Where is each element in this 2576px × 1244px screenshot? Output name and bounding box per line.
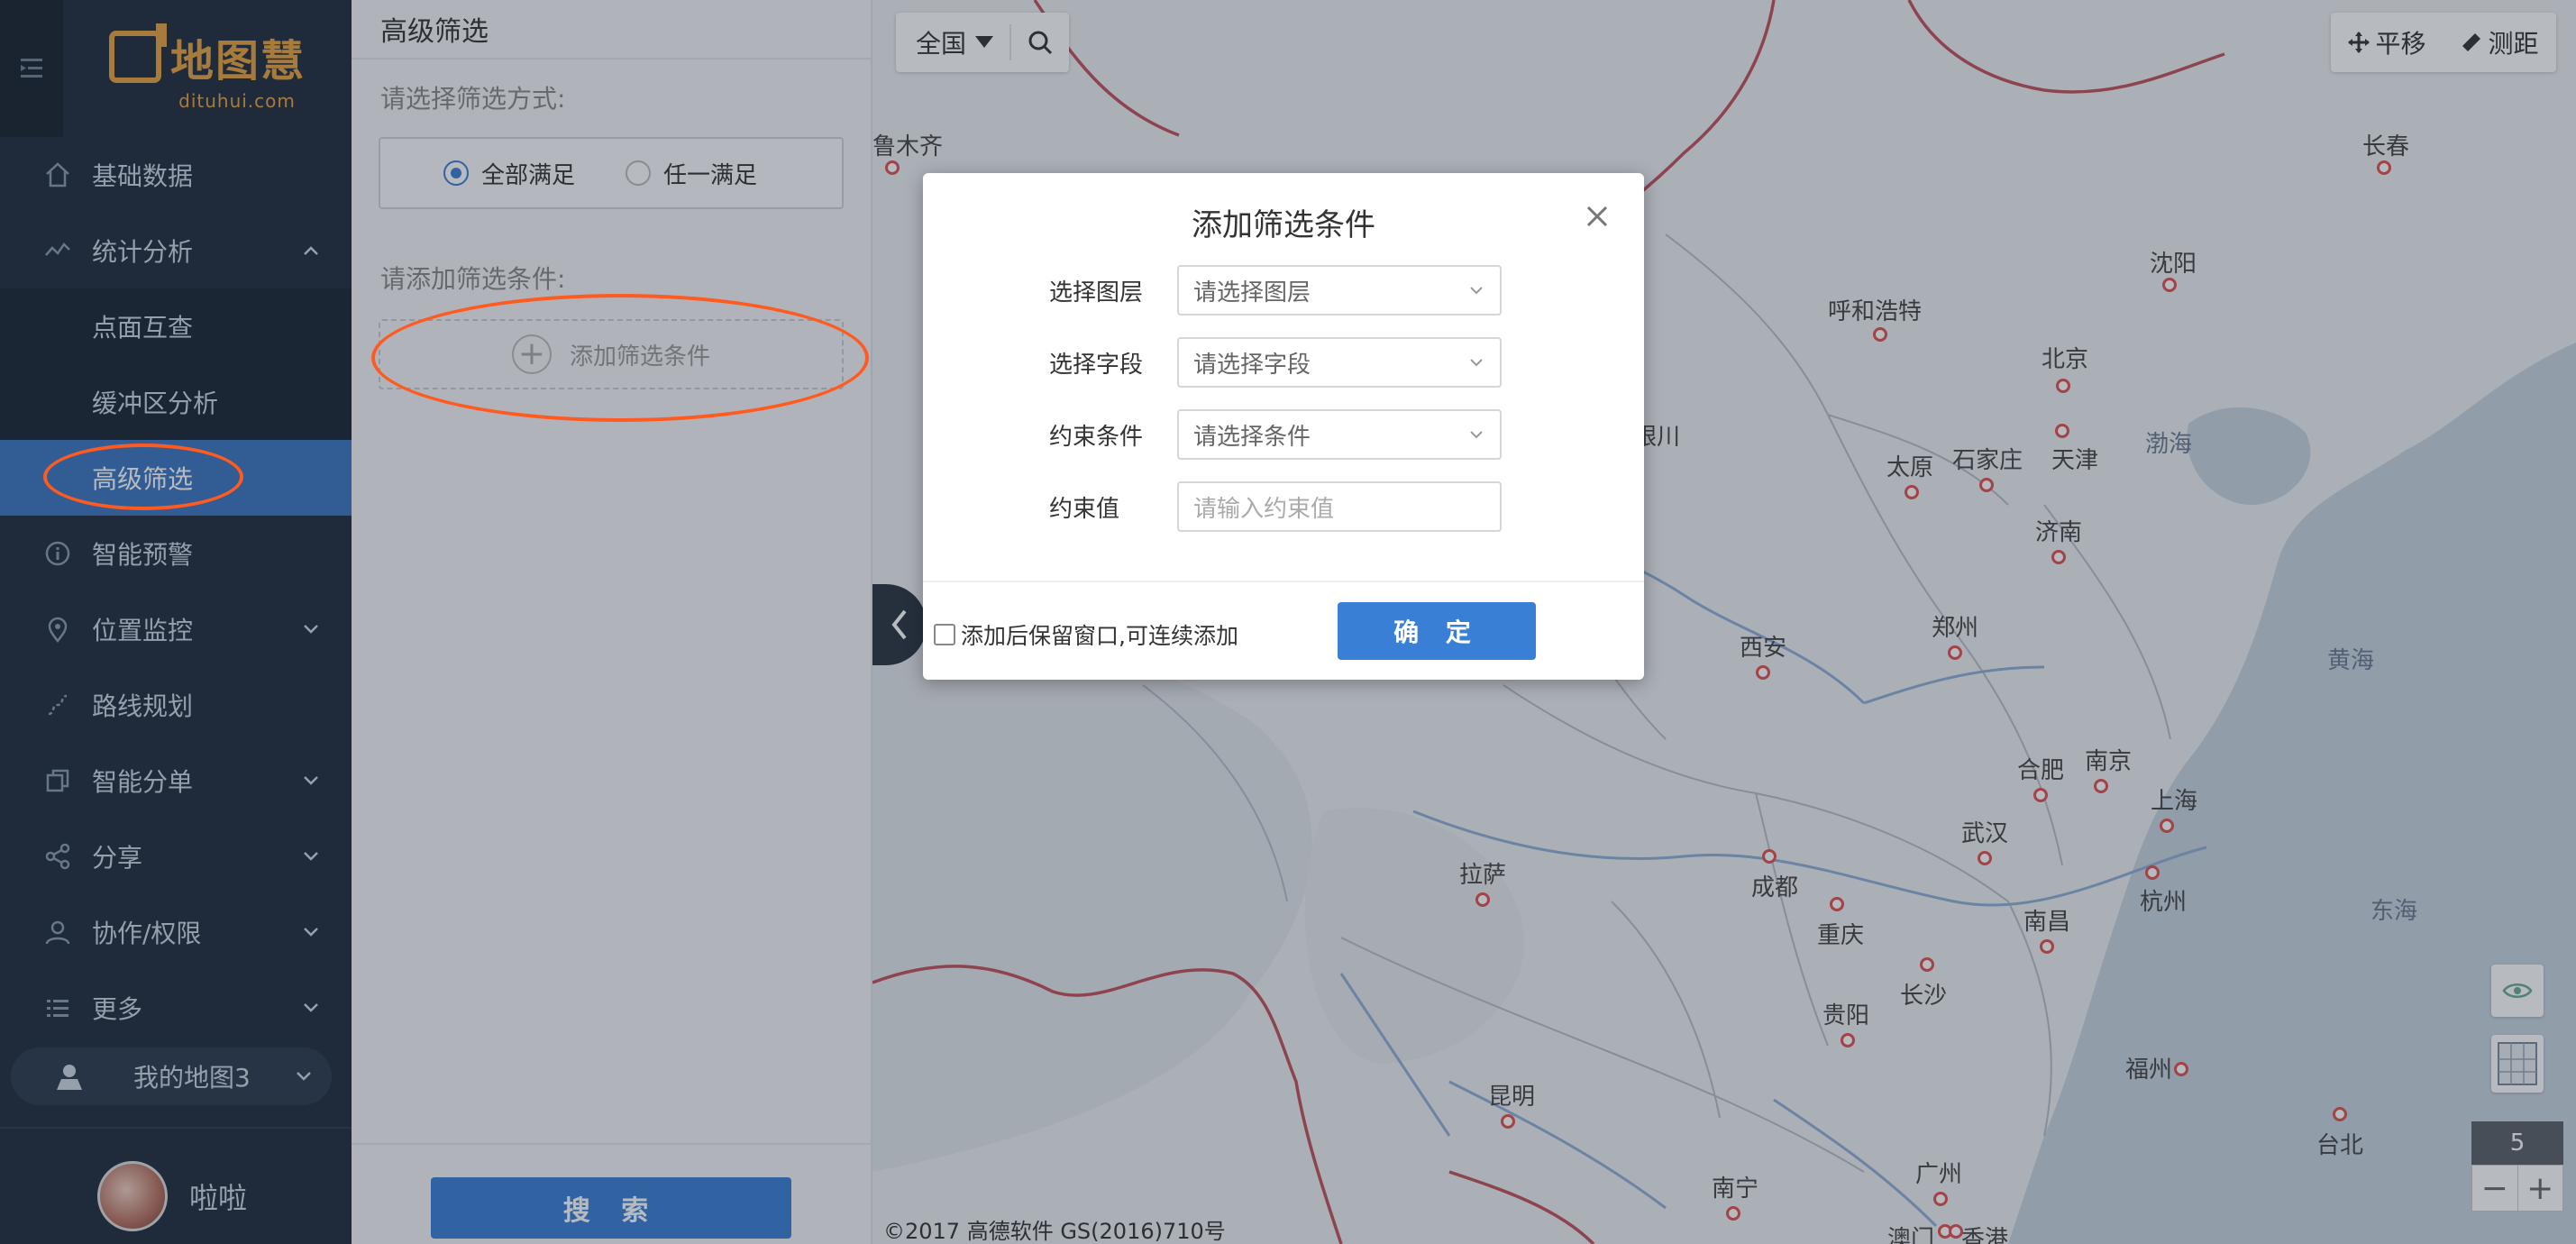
form-row-value: 约束值 请输入约束值 xyxy=(1049,481,1502,532)
constraint-select-placeholder: 请选择条件 xyxy=(1193,423,1311,451)
field-label: 选择字段 xyxy=(1049,351,1144,379)
layer-label: 选择图层 xyxy=(1049,279,1144,306)
form-row-field: 选择字段 请选择字段 xyxy=(1049,337,1502,388)
chevron-down-icon xyxy=(1470,287,1483,295)
constraint-value-input[interactable]: 请输入约束值 xyxy=(1177,481,1502,532)
form-row-layer: 选择图层 请选择图层 xyxy=(1049,265,1502,316)
dialog-title: 添加筛选条件 xyxy=(1192,207,1375,243)
value-label: 约束值 xyxy=(1049,495,1120,523)
add-filter-dialog: 添加筛选条件 选择图层 请选择图层 选择字段 请选择字段 约束条件 请选择条件 … xyxy=(923,173,1644,680)
constraint-value-placeholder: 请输入约束值 xyxy=(1193,495,1335,523)
layer-select-placeholder: 请选择图层 xyxy=(1193,279,1311,306)
keep-open-option[interactable]: 添加后保留窗口,可连续添加 xyxy=(934,618,1238,651)
close-icon[interactable] xyxy=(1583,202,1612,231)
keep-open-label: 添加后保留窗口,可连续添加 xyxy=(961,623,1238,649)
layer-select[interactable]: 请选择图层 xyxy=(1177,265,1502,316)
field-select-placeholder: 请选择字段 xyxy=(1193,351,1311,379)
constraint-select[interactable]: 请选择条件 xyxy=(1177,409,1502,460)
chevron-down-icon xyxy=(1470,359,1483,367)
confirm-button[interactable]: 确 定 xyxy=(1338,602,1536,660)
dialog-divider xyxy=(923,581,1644,582)
keep-open-checkbox[interactable] xyxy=(934,624,955,645)
form-row-constraint: 约束条件 请选择条件 xyxy=(1049,409,1502,460)
chevron-down-icon xyxy=(1470,431,1483,439)
constraint-label: 约束条件 xyxy=(1049,423,1144,451)
field-select[interactable]: 请选择字段 xyxy=(1177,337,1502,388)
